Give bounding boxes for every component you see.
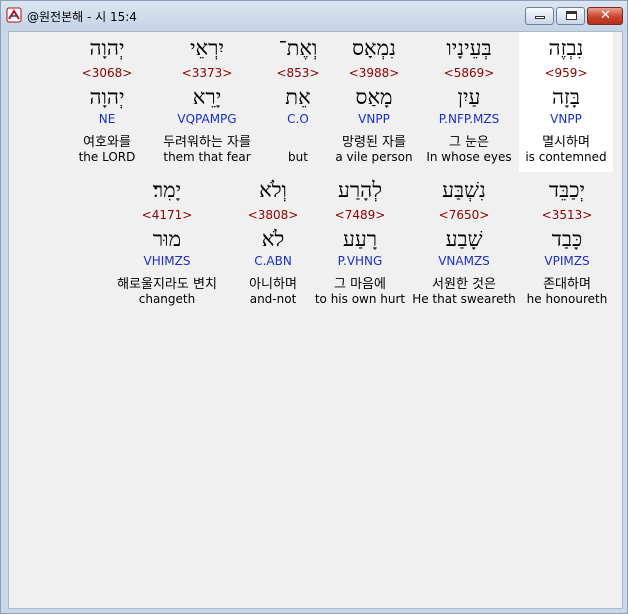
- parsing-code: VNPP: [550, 112, 582, 126]
- minimize-icon: [535, 16, 545, 19]
- word-card[interactable]: וְלֹא <3808> לֹא C.ABN 아니하며 and-not: [237, 174, 309, 314]
- hebrew-word: וְאֶת־: [278, 36, 318, 60]
- hebrew-word: נִמְאָס: [352, 36, 396, 60]
- korean-gloss: 존대하며: [543, 277, 591, 292]
- hebrew-lemma: לֹא: [261, 227, 285, 251]
- korean-gloss: 망령된 자를: [342, 135, 406, 150]
- english-gloss: is contemned: [525, 150, 607, 164]
- strong-number[interactable]: <3513>: [517, 208, 617, 222]
- korean-gloss: 멸시하며: [542, 135, 590, 150]
- close-icon: ✕: [600, 8, 611, 23]
- parsing-code: C.O: [287, 112, 309, 126]
- hebrew-lemma: רָעַע: [342, 227, 378, 251]
- english-gloss: he honoureth: [526, 292, 608, 306]
- hebrew-word: וְלֹא: [259, 178, 287, 202]
- word-card[interactable]: לְהָרַע <7489> רָעַע P.VHNG 그 마음에 to his…: [309, 174, 411, 314]
- english-gloss: changeth: [138, 292, 196, 306]
- strong-number[interactable]: <5869>: [419, 66, 519, 80]
- parsing-code: VPIMZS: [544, 254, 590, 268]
- english-gloss: the LORD: [78, 150, 136, 164]
- word-card[interactable]: יָמִר׃ <4171> מוּר VHIMZS 해로울지라도 변치 chan…: [101, 174, 233, 314]
- hebrew-lemma: שָׁבַע: [445, 227, 483, 251]
- minimize-button[interactable]: [525, 7, 554, 25]
- hebrew-lemma: מוּר: [152, 227, 182, 251]
- hebrew-lemma: בָּזָה: [551, 85, 581, 109]
- word-card[interactable]: וְאֶת־ <853> אֵת C.O but: [267, 32, 329, 172]
- hebrew-word: יְכַבֵּד: [549, 178, 585, 202]
- hebrew-word: יְהוָה: [89, 36, 125, 60]
- korean-gloss: 그 눈은: [448, 135, 489, 150]
- parsing-code: VNAMZS: [438, 254, 490, 268]
- parsing-code: VQPAMPG: [177, 112, 237, 126]
- window-title: @원전본해 - 시 15:4: [27, 10, 137, 24]
- parsing-code: VNPP: [358, 112, 390, 126]
- strong-number[interactable]: <7489>: [309, 208, 411, 222]
- english-gloss: but: [288, 150, 308, 164]
- hebrew-lemma: עַיִן: [457, 85, 481, 109]
- parsing-code: P.VHNG: [337, 254, 383, 268]
- hebrew-lemma: יְהוָה: [89, 85, 125, 109]
- hebrew-lemma: כָּבַד: [551, 227, 583, 251]
- strong-number[interactable]: <3373>: [147, 66, 267, 80]
- hebrew-lemma: מָאַס: [355, 85, 393, 109]
- korean-gloss: 서원한 것은: [432, 277, 496, 292]
- close-button[interactable]: ✕: [587, 7, 623, 25]
- hebrew-word: בְּעֵינָיו: [446, 36, 492, 60]
- parsing-code: P.NFP.MZS: [438, 112, 500, 126]
- strong-number[interactable]: <853>: [267, 66, 329, 80]
- hebrew-lemma: אֵת: [285, 85, 311, 109]
- korean-gloss: 두려워하는 자를: [163, 135, 251, 150]
- english-gloss: He that sweareth: [412, 292, 516, 306]
- korean-gloss: 해로울지라도 변치: [117, 277, 217, 292]
- word-card[interactable]: יְכַבֵּד <3513> כָּבַד VPIMZS 존대하며 he ho…: [517, 174, 617, 314]
- parsing-code: C.ABN: [254, 254, 292, 268]
- word-card-selected[interactable]: נִבְזֶה <959> בָּזָה VNPP 멸시하며 is contem…: [519, 32, 613, 172]
- english-gloss: to his own hurt: [314, 292, 406, 306]
- maximize-button[interactable]: [556, 7, 585, 25]
- strong-number[interactable]: <7650>: [411, 208, 517, 222]
- korean-gloss: 아니하며: [249, 277, 297, 292]
- interlinear-panel: נִבְזֶה <959> בָּזָה VNPP 멸시하며 is contem…: [8, 31, 623, 609]
- hebrew-lemma: יָרֵא: [192, 85, 222, 109]
- app-window: @원전본해 - 시 15:4 ✕ נִבְזֶה <959> בָּזָה VN…: [0, 0, 628, 614]
- app-logo-icon: [6, 7, 22, 23]
- parsing-code: NE: [98, 112, 116, 126]
- hebrew-word: יִרְאֵי: [190, 36, 224, 60]
- english-gloss: and-not: [249, 292, 297, 306]
- strong-number[interactable]: <959>: [519, 66, 613, 80]
- korean-gloss: 그 마음에: [334, 277, 386, 292]
- word-card[interactable]: יִרְאֵי <3373> יָרֵא VQPAMPG 두려워하는 자를 th…: [147, 32, 267, 172]
- english-gloss: In whose eyes: [426, 150, 512, 164]
- english-gloss: a vile person: [335, 150, 413, 164]
- english-gloss: them that fear: [163, 150, 251, 164]
- hebrew-word: נִשְׁבַּע: [442, 178, 486, 202]
- word-card[interactable]: יְהוָה <3068> יְהוָה NE 여호와를 the LORD: [67, 32, 147, 172]
- korean-gloss: 여호와를: [83, 135, 131, 150]
- hebrew-word: יָמִר׃: [152, 178, 182, 202]
- strong-number[interactable]: <4171>: [101, 208, 233, 222]
- strong-number[interactable]: <3068>: [67, 66, 147, 80]
- word-card[interactable]: נִמְאָס <3988> מָאַס VNPP 망령된 자를 a vile …: [329, 32, 419, 172]
- hebrew-word: לְהָרַע: [337, 178, 383, 202]
- strong-number[interactable]: <3988>: [329, 66, 419, 80]
- title-bar[interactable]: @원전본해 - 시 15:4 ✕: [1, 1, 627, 31]
- hebrew-word: נִבְזֶה: [548, 36, 584, 60]
- strong-number[interactable]: <3808>: [237, 208, 309, 222]
- maximize-icon: [566, 11, 577, 20]
- parsing-code: VHIMZS: [143, 254, 191, 268]
- word-card[interactable]: בְּעֵינָיו <5869> עַיִן P.NFP.MZS 그 눈은 I…: [419, 32, 519, 172]
- word-card[interactable]: נִשְׁבַּע <7650> שָׁבַע VNAMZS 서원한 것은 He…: [411, 174, 517, 314]
